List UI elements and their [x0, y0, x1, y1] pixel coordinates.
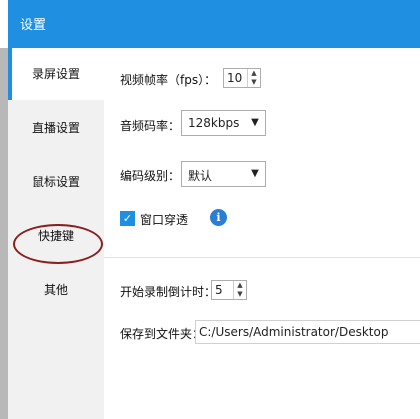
sidebar-item-hotkeys[interactable]: 快捷键: [8, 210, 104, 262]
sidebar: 录屏设置 直播设置 鼠标设置 快捷键 其他: [8, 48, 104, 419]
sidebar-item-screen-recording[interactable]: 录屏设置: [8, 48, 104, 100]
sidebar-item-live-streaming[interactable]: 直播设置: [8, 102, 104, 154]
chevron-down-icon[interactable]: ▼: [245, 162, 265, 186]
countdown-stepper-arrows[interactable]: ▲ ▼: [233, 281, 246, 299]
chevron-down-icon[interactable]: ▼: [245, 111, 265, 135]
countdown-label: 开始录制倒计时：: [120, 285, 217, 299]
bitrate-value: 128kbps: [188, 116, 240, 130]
countdown-stepper[interactable]: 5 ▲ ▼: [211, 280, 247, 300]
encode-level-select[interactable]: 默认 ▼: [181, 161, 266, 187]
settings-panel: [104, 48, 420, 419]
title-bar: 设置: [8, 0, 420, 48]
stepper-up-icon[interactable]: ▲: [248, 69, 260, 78]
save-path-field[interactable]: C:/Users/Administrator/Desktop: [195, 320, 420, 344]
window-title: 设置: [20, 18, 47, 33]
encode-level-label: 编码级别：: [120, 169, 181, 183]
sidebar-item-other[interactable]: 其他: [8, 264, 104, 316]
stepper-up-icon[interactable]: ▲: [234, 281, 246, 290]
window-passthrough-checkbox[interactable]: ✓: [120, 211, 135, 226]
window-passthrough-label: 窗口穿透: [140, 213, 189, 227]
fps-value: 10: [227, 71, 243, 85]
encode-level-value: 默认: [188, 169, 213, 183]
bitrate-select[interactable]: 128kbps ▼: [181, 110, 266, 136]
countdown-value: 5: [215, 283, 223, 297]
fps-stepper[interactable]: 10 ▲ ▼: [223, 68, 261, 88]
bitrate-label: 音频码率：: [120, 119, 181, 133]
fps-label: 视频帧率（fps）：: [120, 73, 217, 87]
save-path-value: C:/Users/Administrator/Desktop: [199, 325, 389, 339]
stepper-down-icon[interactable]: ▼: [248, 78, 260, 87]
info-icon[interactable]: i: [210, 209, 227, 226]
save-path-label: 保存到文件夹：: [120, 327, 205, 341]
background-window-edge: [0, 48, 8, 419]
stepper-down-icon[interactable]: ▼: [234, 290, 246, 299]
section-divider: [104, 257, 420, 258]
sidebar-item-mouse[interactable]: 鼠标设置: [8, 156, 104, 208]
fps-stepper-arrows[interactable]: ▲ ▼: [247, 69, 260, 87]
